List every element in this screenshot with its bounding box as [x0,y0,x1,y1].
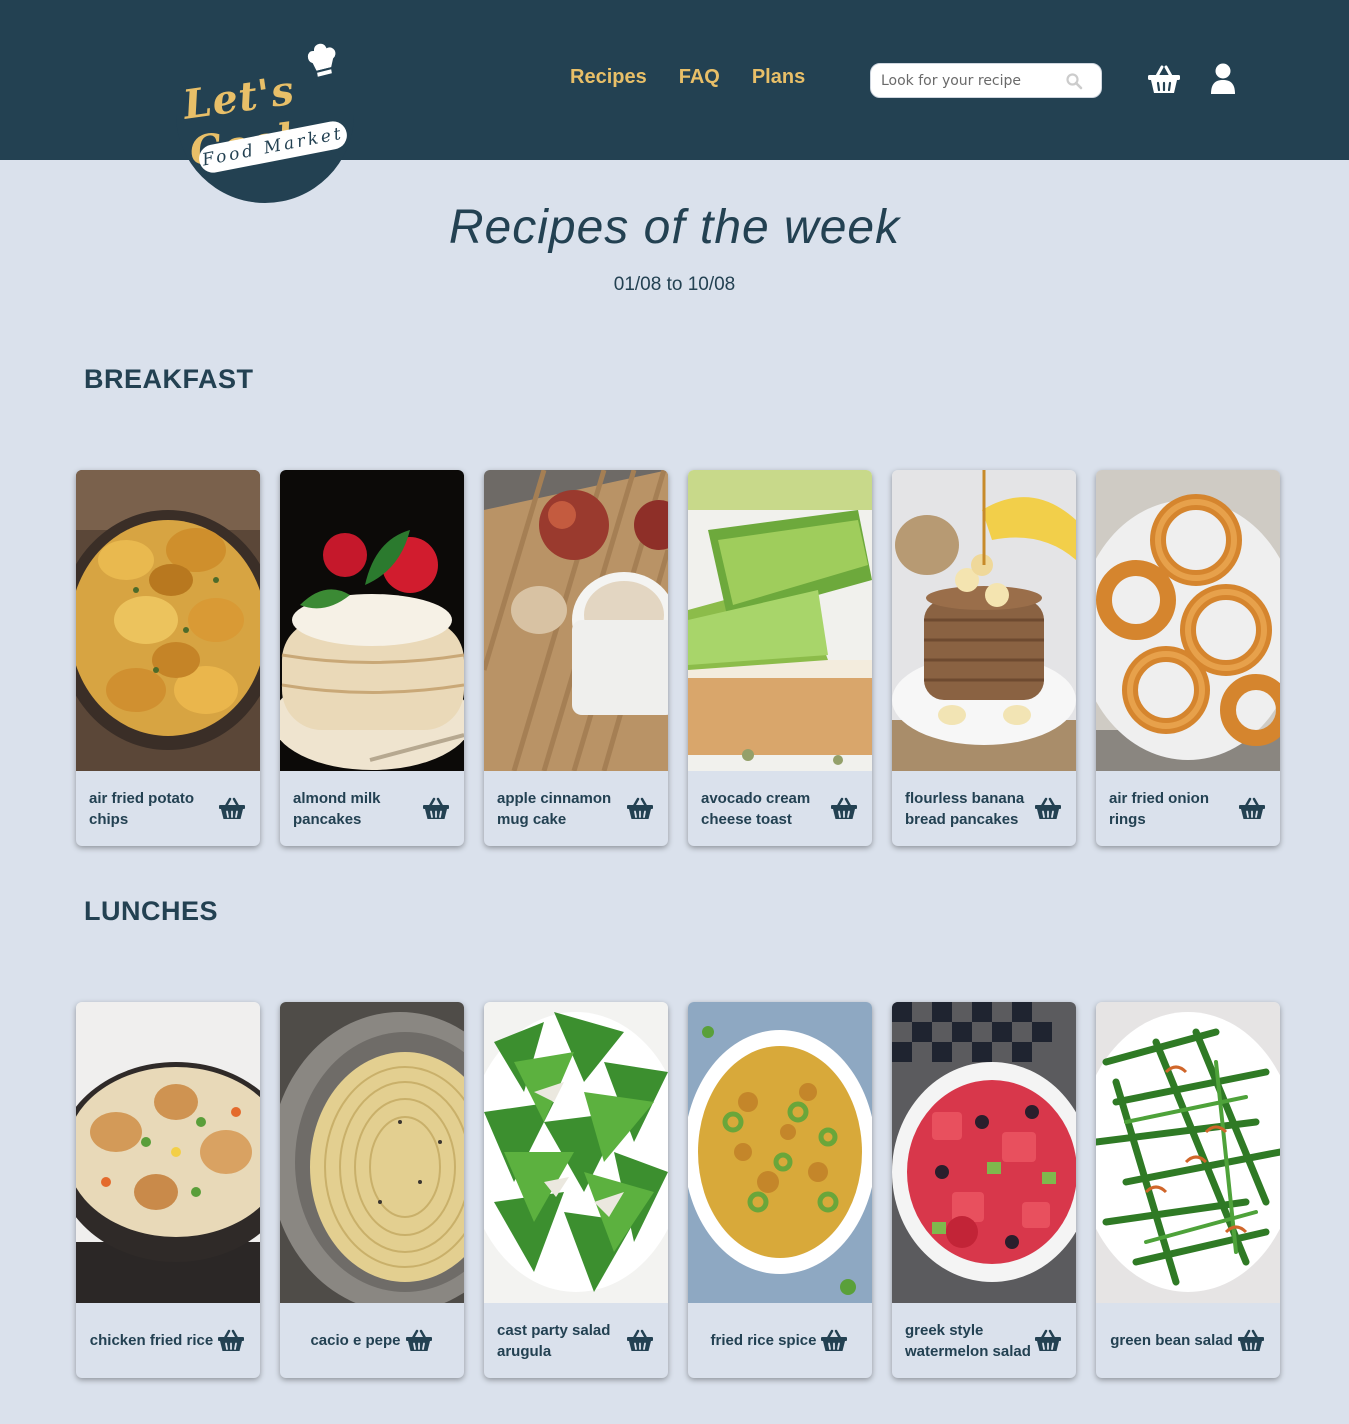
page-title: Recipes of the week [448,201,901,254]
recipe-image [688,470,872,771]
recipe-card[interactable]: cacio e pepe [280,1002,464,1378]
recipe-name: air fried potato chips [89,789,195,828]
breakfast-row: air fried potato chips almond milk panca… [76,470,1280,846]
recipe-card[interactable]: green bean salad [1096,1002,1280,1378]
recipe-image [688,1002,872,1303]
recipe-name: greek style watermelon salad [905,1321,1031,1360]
recipe-card[interactable]: air fried potato chips [76,470,260,846]
recipe-footer: almond milk pancakes [280,771,464,846]
nav-recipes[interactable]: Recipes [570,66,647,89]
recipe-card[interactable]: almond milk pancakes [280,470,464,846]
recipe-image [1096,470,1280,771]
chef-hat-icon [305,41,338,80]
nav-plans[interactable]: Plans [752,66,805,89]
add-to-basket-icon[interactable] [1034,797,1062,821]
recipe-image [484,470,668,771]
recipe-image [76,1002,260,1303]
recipe-footer: air fried onion rings [1096,771,1280,846]
recipe-name: air fried onion rings [1109,789,1210,828]
recipe-name: apple cinnamon mug cake [497,789,612,828]
recipe-name: almond milk pancakes [293,789,381,828]
add-to-basket-icon[interactable] [422,797,450,821]
section-title-breakfast: BREAKFAST [84,364,254,394]
recipe-name: cacio e pepe [310,1332,401,1349]
add-to-basket-icon[interactable] [626,797,654,821]
recipe-card[interactable]: greek style watermelon salad [892,1002,1076,1378]
recipe-name: avocado cream cheese toast [701,789,811,828]
nav-faq[interactable]: FAQ [679,66,720,89]
recipe-name: cast party salad arugula [497,1321,611,1360]
recipe-image [892,1002,1076,1303]
recipe-footer: greek style watermelon salad [892,1303,1076,1378]
add-to-basket-icon[interactable] [218,797,246,821]
recipe-footer: chicken fried rice [76,1303,260,1378]
lunches-row: chicken fried rice cacio e pepe cast par… [76,1002,1280,1378]
recipe-footer: flourless banana bread pancakes [892,771,1076,846]
recipe-footer: air fried potato chips [76,771,260,846]
recipe-card[interactable]: chicken fried rice [76,1002,260,1378]
add-to-basket-icon[interactable] [1034,1329,1062,1353]
recipe-image [280,1002,464,1303]
recipe-card[interactable]: fried rice spice [688,1002,872,1378]
search-input[interactable] [881,72,1061,90]
add-to-basket-icon[interactable] [405,1329,433,1353]
recipe-name: fried rice spice [710,1332,817,1349]
basket-icon[interactable] [1147,64,1181,96]
recipe-image [1096,1002,1280,1303]
recipe-card[interactable]: air fried onion rings [1096,470,1280,846]
recipe-footer: avocado cream cheese toast [688,771,872,846]
logo[interactable]: Let's Cook Food Market [176,30,356,180]
recipe-footer: cast party salad arugula [484,1303,668,1378]
recipe-footer: cacio e pepe [280,1303,464,1378]
recipe-name: flourless banana bread pancakes [905,789,1025,828]
recipe-name: chicken fried rice [89,1332,214,1349]
add-to-basket-icon[interactable] [1238,797,1266,821]
recipe-card[interactable]: avocado cream cheese toast [688,470,872,846]
add-to-basket-icon[interactable] [217,1329,245,1353]
section-title-lunches: LUNCHES [84,896,219,926]
recipe-footer: green bean salad [1096,1303,1280,1378]
recipe-footer: apple cinnamon mug cake [484,771,668,846]
recipe-card[interactable]: cast party salad arugula [484,1002,668,1378]
recipe-footer: fried rice spice [688,1303,872,1378]
search-box [870,63,1102,98]
main-nav: Recipes FAQ Plans [570,66,805,89]
recipe-image [892,470,1076,771]
recipe-card[interactable]: flourless banana bread pancakes [892,470,1076,846]
add-to-basket-icon[interactable] [820,1329,848,1353]
recipe-image [76,470,260,771]
search-icon[interactable] [1065,72,1083,90]
add-to-basket-icon[interactable] [1237,1329,1265,1353]
recipe-name: green bean salad [1110,1332,1233,1349]
add-to-basket-icon[interactable] [626,1329,654,1353]
add-to-basket-icon[interactable] [830,797,858,821]
page-dates: 01/08 to 10/08 [613,274,736,295]
recipe-image [484,1002,668,1303]
user-icon[interactable] [1208,63,1238,95]
recipe-card[interactable]: apple cinnamon mug cake [484,470,668,846]
recipe-image [280,470,464,771]
